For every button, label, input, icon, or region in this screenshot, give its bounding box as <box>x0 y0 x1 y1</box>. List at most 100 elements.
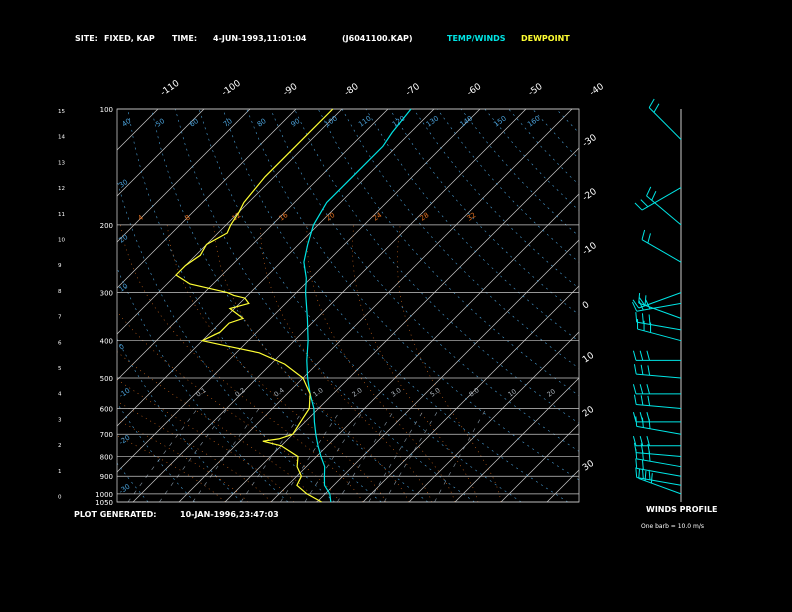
isotherm-top-label: -60 <box>465 82 483 99</box>
site-label: SITE: <box>75 34 98 43</box>
height-km-label: 13 <box>58 160 65 166</box>
legend-temp-winds: TEMP/WINDS <box>447 34 506 43</box>
theta-label: 130 <box>425 114 441 128</box>
dry-adiabat <box>341 109 579 369</box>
dry-adiabat <box>484 109 579 211</box>
isotherm-right-label: 20 <box>581 405 596 420</box>
theta-label: 150 <box>492 114 508 128</box>
theta-left-label: 30 <box>118 178 130 190</box>
theta-left-label: 20 <box>118 233 130 245</box>
moist-label: 28 <box>419 211 431 223</box>
skewt-diagram: SITE: FIXED, KAP TIME: 4-JUN-1993,11:01:… <box>0 34 792 530</box>
dry-adiabat <box>436 109 579 263</box>
mixing-ratio-label: 20 <box>546 387 557 398</box>
wind-barb-flag <box>635 312 638 323</box>
moist-adiabat <box>213 224 410 502</box>
wind-barb-flag <box>646 186 652 197</box>
wind-barb-flag <box>633 394 637 405</box>
wind-barb-flag <box>650 473 653 484</box>
wind-barb-flag <box>639 350 644 361</box>
height-km-label: 14 <box>58 135 65 141</box>
dry-adiabat <box>127 109 382 502</box>
height-km-label: 2 <box>58 443 62 449</box>
isotherm-line <box>117 109 297 289</box>
mixing-ratio-label: 1.0 <box>312 386 325 398</box>
pressure-tick-label: 400 <box>100 338 113 346</box>
dry-adiabat <box>508 109 579 186</box>
moist-adiabat <box>120 224 364 502</box>
isotherm-top-label: -70 <box>404 82 422 99</box>
legend-dewpoint: DEWPOINT <box>521 34 570 43</box>
height-km-label: 12 <box>58 186 65 192</box>
isotherm-top-label: -100 <box>220 78 243 98</box>
pressure-tick-label: 500 <box>100 375 113 383</box>
wind-barb-flag <box>648 98 655 108</box>
dry-adiabat <box>413 109 579 289</box>
height-km-label: 1 <box>58 469 62 475</box>
dry-adiabat <box>460 109 579 237</box>
moist-adiabat <box>352 224 479 502</box>
theta-label: 160 <box>526 114 542 128</box>
mixing-ratio-line <box>383 408 440 502</box>
dry-adiabat <box>556 109 579 134</box>
isotherm-top-label: -110 <box>159 78 182 98</box>
pressure-tick-label: 200 <box>100 222 113 230</box>
wind-barb-flag <box>632 299 640 309</box>
wind-barb-flag <box>635 467 638 478</box>
theta-left-label: 10 <box>118 282 130 294</box>
height-km-label: 9 <box>58 263 62 269</box>
pressure-tick-label: 900 <box>100 473 113 481</box>
moist-label: 16 <box>278 211 290 223</box>
site-value: FIXED, KAP <box>104 34 155 43</box>
wind-barb-flag <box>640 395 644 406</box>
time-value: 4-JUN-1993,11:01:04 <box>213 34 307 43</box>
wind-barb-shaft <box>648 107 682 140</box>
moist-adiabat <box>397 224 502 502</box>
height-km-label: 8 <box>58 289 62 295</box>
wind-barb-flag <box>651 190 657 201</box>
isotherm-line <box>0 109 66 502</box>
mixing-ratio-label: 3.0 <box>390 386 403 398</box>
height-km-label: 4 <box>58 392 62 398</box>
moist-adiabat <box>260 224 433 502</box>
isotherm-top-label: -50 <box>527 82 545 99</box>
wind-barb-flag <box>646 412 650 422</box>
isotherm-line <box>117 109 159 151</box>
isotherm-top-label: -90 <box>282 82 300 99</box>
pressure-tick-label: 700 <box>100 431 113 439</box>
wind-barb-flag <box>647 395 651 406</box>
wind-barb-flag <box>634 202 643 211</box>
wind-barb-flag <box>647 365 651 376</box>
pressure-tick-label: 600 <box>100 405 113 413</box>
wind-barb-flag <box>653 103 660 113</box>
time-label: TIME: <box>172 34 197 43</box>
dry-adiabat <box>117 338 242 502</box>
isotherm-top-label: -40 <box>588 82 606 99</box>
dewpoint-profile-line <box>175 108 334 503</box>
height-km-label: 3 <box>58 417 62 423</box>
pressure-tick-label: 1000 <box>95 491 113 499</box>
moist-adiabat <box>117 379 295 502</box>
mixing-ratio-label: 10 <box>507 387 518 398</box>
isotherm-right-label: 0 <box>581 300 592 312</box>
dry-adiabat <box>151 109 429 502</box>
dry-adiabat <box>117 267 289 502</box>
dry-adiabat <box>117 402 195 502</box>
height-km-label: 15 <box>58 109 65 115</box>
wind-barb-flag <box>648 314 651 325</box>
moist-adiabat <box>306 224 456 502</box>
isotherm-right-label: -30 <box>581 133 599 150</box>
wind-barb-flag <box>641 459 644 470</box>
moist-label: 20 <box>325 211 337 223</box>
dry-adiabat <box>580 109 792 502</box>
height-km-label: 5 <box>58 366 62 372</box>
temperature-profile-line <box>303 108 412 503</box>
plot-generated-value: 10-JAN-1996,23:47:03 <box>180 510 279 519</box>
wind-barb-flag <box>646 350 650 361</box>
wind-barb-flag <box>640 199 649 208</box>
theta-left-label: 0 <box>118 343 126 352</box>
wind-barb-flag <box>635 458 638 469</box>
wind-barb-flag <box>639 412 644 422</box>
mixing-ratio-label: 0.4 <box>273 386 286 398</box>
wind-barb-flag <box>647 233 651 244</box>
